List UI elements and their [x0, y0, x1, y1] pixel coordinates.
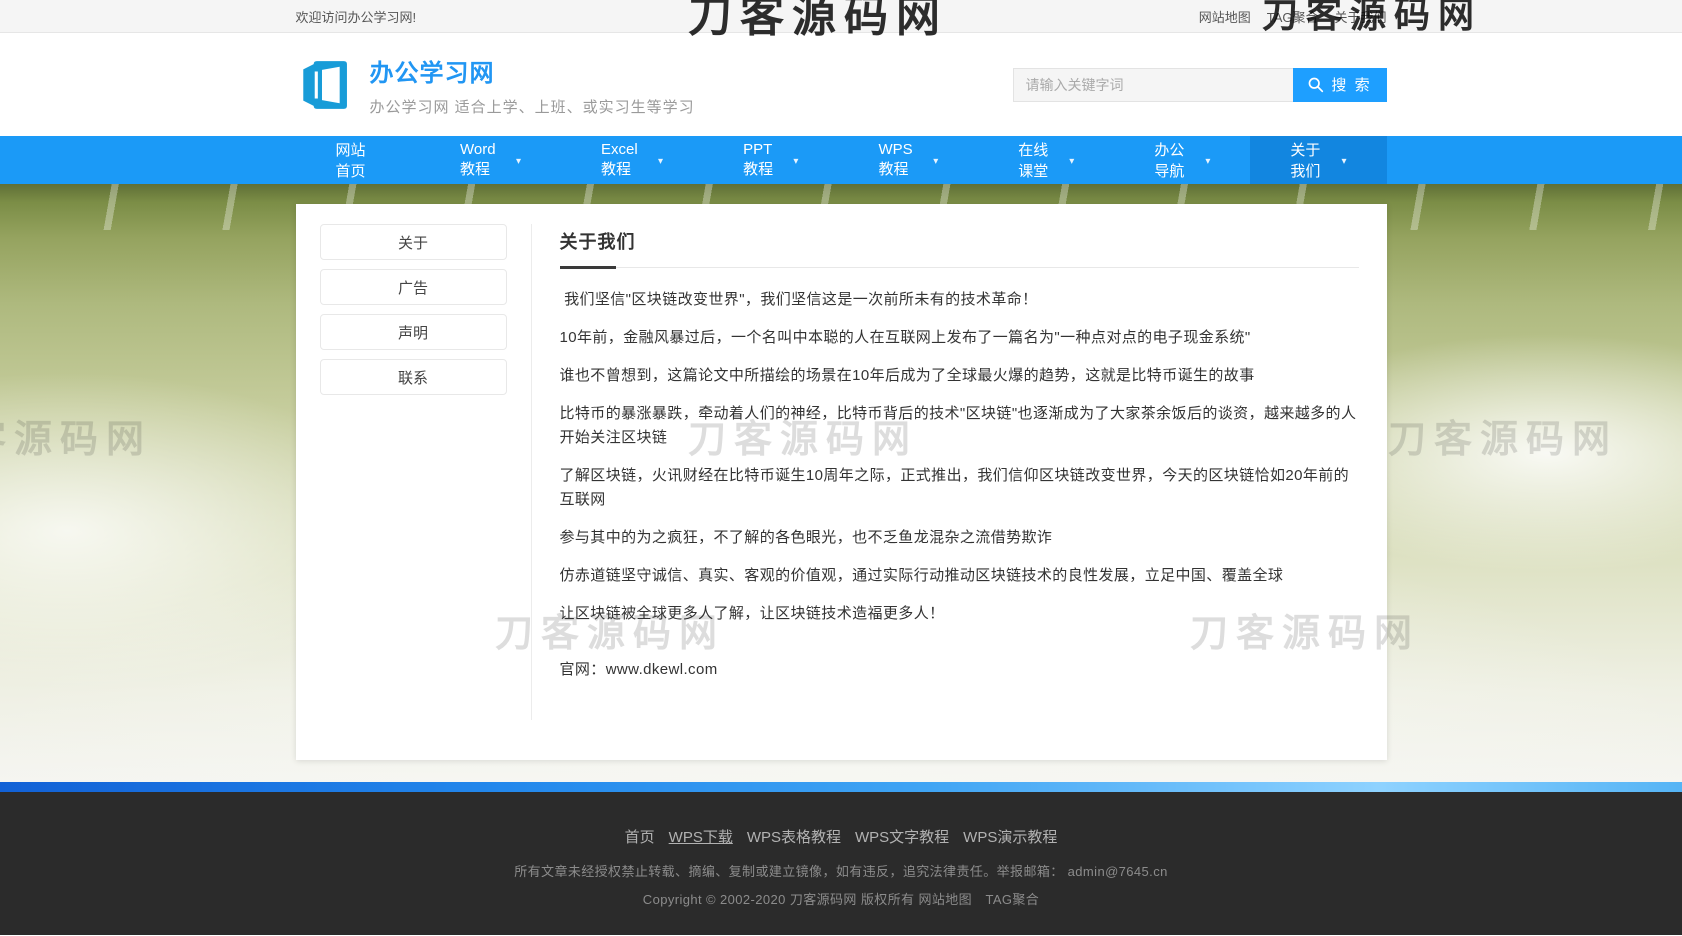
- nav-label: 网站首页: [336, 139, 381, 181]
- chevron-down-icon: ▾: [516, 156, 521, 167]
- sidebar-item-label: 关于: [398, 232, 428, 253]
- article-paragraph: 10年前，金融风暴过后，一个名叫中本聪的人在互联网上发布了一篇名为"一种点对点的…: [560, 326, 1359, 350]
- article-paragraph: 了解区块链，火讯财经在比特币诞生10周年之际，正式推出，我们信仰区块链改变世界，…: [560, 464, 1359, 512]
- logo[interactable]: 办公学习网 办公学习网 适合上学、上班、或实习生等学习: [296, 53, 695, 117]
- page-background: 关于 广告 声明 联系 关于我们 我们坚信"区块链改变世界"，我们坚信这是一次前…: [0, 184, 1682, 782]
- nav-label: 关于我们: [1290, 139, 1333, 181]
- topbar-link-about[interactable]: 关于我们: [1334, 7, 1386, 26]
- footer-link-wps-sheet[interactable]: WPS表格教程: [747, 826, 841, 847]
- content-card: 关于 广告 声明 联系 关于我们 我们坚信"区块链改变世界"，我们坚信这是一次前…: [296, 204, 1387, 760]
- nav-label: 办公导航: [1154, 139, 1197, 181]
- sidebar-item-ads[interactable]: 广告: [320, 269, 507, 305]
- nav-label: WPS教程: [878, 141, 925, 179]
- chevron-down-icon: ▾: [1069, 156, 1074, 167]
- footer-links: 首页 WPS下载 WPS表格教程 WPS文字教程 WPS演示教程: [0, 826, 1682, 847]
- article-paragraph: 谁也不曾想到，这篇论文中所描绘的场景在10年后成为了全球最火爆的趋势，这就是比特…: [560, 364, 1359, 388]
- nav-item-office-nav[interactable]: 办公导航 ▾: [1114, 136, 1250, 184]
- main-content: 关于我们 我们坚信"区块链改变世界"，我们坚信这是一次前所未有的技术革命！ 10…: [531, 224, 1387, 720]
- topbar-link-sitemap[interactable]: 网站地图: [1199, 7, 1251, 26]
- search-bar: 搜 索: [1013, 68, 1387, 102]
- sidebar-item-about[interactable]: 关于: [320, 224, 507, 260]
- nav-label: 在线课堂: [1018, 139, 1061, 181]
- site-header: 办公学习网 办公学习网 适合上学、上班、或实习生等学习 搜 索: [0, 33, 1682, 136]
- article-paragraph: 比特币的暴涨暴跌，牵动着人们的神经，比特币背后的技术"区块链"也逐渐成为了大家茶…: [560, 402, 1359, 450]
- site-title: 办公学习网: [370, 53, 695, 88]
- chevron-down-icon: ▾: [658, 156, 663, 167]
- site-footer: 首页 WPS下载 WPS表格教程 WPS文字教程 WPS演示教程 所有文章未经授…: [0, 792, 1682, 935]
- topbar-link-tags[interactable]: TAG聚合: [1267, 7, 1319, 26]
- footer-link-wps-writer[interactable]: WPS文字教程: [855, 826, 949, 847]
- article-paragraph: 仿赤道链坚守诚信、真实、客观的价值观，通过实际行动推动区块链技术的良性发展，立足…: [560, 564, 1359, 588]
- page-title: 关于我们: [560, 232, 636, 252]
- sidebar-item-label: 联系: [398, 367, 428, 388]
- nav-label: PPT教程: [743, 141, 785, 179]
- nav-label: Word教程: [460, 141, 508, 179]
- footer-link-wps-presentation[interactable]: WPS演示教程: [963, 826, 1057, 847]
- welcome-text: 欢迎访问办公学习网!: [296, 7, 417, 26]
- sidebar: 关于 广告 声明 联系: [296, 224, 531, 720]
- office-logo-icon: [296, 59, 348, 111]
- search-button-label: 搜 索: [1331, 74, 1371, 95]
- footer-notice: 所有文章未经授权禁止转载、摘编、复制或建立镜像，如有违反，追究法律责任。举报邮箱…: [0, 861, 1682, 880]
- nav-item-online-class[interactable]: 在线课堂 ▾: [978, 136, 1114, 184]
- official-website-line: 官网：www.dkewl.com: [560, 658, 1359, 679]
- chevron-down-icon: ▾: [1205, 156, 1210, 167]
- nav-item-wps[interactable]: WPS教程 ▾: [838, 136, 978, 184]
- chevron-down-icon: ▾: [793, 156, 798, 167]
- article-body: 我们坚信"区块链改变世界"，我们坚信这是一次前所未有的技术革命！ 10年前，金融…: [560, 288, 1359, 679]
- search-input[interactable]: [1013, 68, 1293, 102]
- topbar-links: 网站地图 TAG聚合 关于我们: [1199, 7, 1387, 26]
- sidebar-item-contact[interactable]: 联系: [320, 359, 507, 395]
- sidebar-item-label: 广告: [398, 277, 428, 298]
- nav-item-about-active[interactable]: 关于我们 ▾: [1250, 136, 1386, 184]
- footer-copyright: Copyright © 2002-2020 刀客源码网 版权所有 网站地图 TA…: [0, 889, 1682, 908]
- nav-item-ppt[interactable]: PPT教程 ▾: [703, 136, 838, 184]
- search-button[interactable]: 搜 索: [1293, 68, 1387, 102]
- article-paragraph: 让区块链被全球更多人了解，让区块链技术造福更多人！: [560, 602, 1359, 626]
- footer-link-home[interactable]: 首页: [625, 826, 655, 847]
- chevron-down-icon: ▾: [1341, 156, 1346, 167]
- footer-link-wps-download[interactable]: WPS下载: [669, 826, 733, 847]
- nav-label: Excel教程: [601, 141, 650, 179]
- sidebar-item-label: 声明: [398, 322, 428, 343]
- nav-item-excel[interactable]: Excel教程 ▾: [561, 136, 703, 184]
- search-icon: [1307, 76, 1324, 93]
- footer-accent-stripe: [0, 782, 1682, 792]
- article-paragraph: 参与其中的为之疯狂，不了解的各色眼光，也不乏鱼龙混杂之流借势欺诈: [560, 526, 1359, 550]
- nav-item-home[interactable]: 网站首页: [296, 136, 421, 184]
- main-nav: 网站首页 Word教程 ▾ Excel教程 ▾ PPT教程 ▾ WPS教程 ▾ 在线课堂…: [0, 136, 1682, 184]
- site-tagline: 办公学习网 适合上学、上班、或实习生等学习: [370, 96, 695, 117]
- topbar: 欢迎访问办公学习网! 网站地图 TAG聚合 关于我们: [0, 0, 1682, 33]
- article-paragraph: 我们坚信"区块链改变世界"，我们坚信这是一次前所未有的技术革命！: [560, 288, 1359, 312]
- sidebar-item-statement[interactable]: 声明: [320, 314, 507, 350]
- nav-item-word[interactable]: Word教程 ▾: [420, 136, 561, 184]
- chevron-down-icon: ▾: [933, 156, 938, 167]
